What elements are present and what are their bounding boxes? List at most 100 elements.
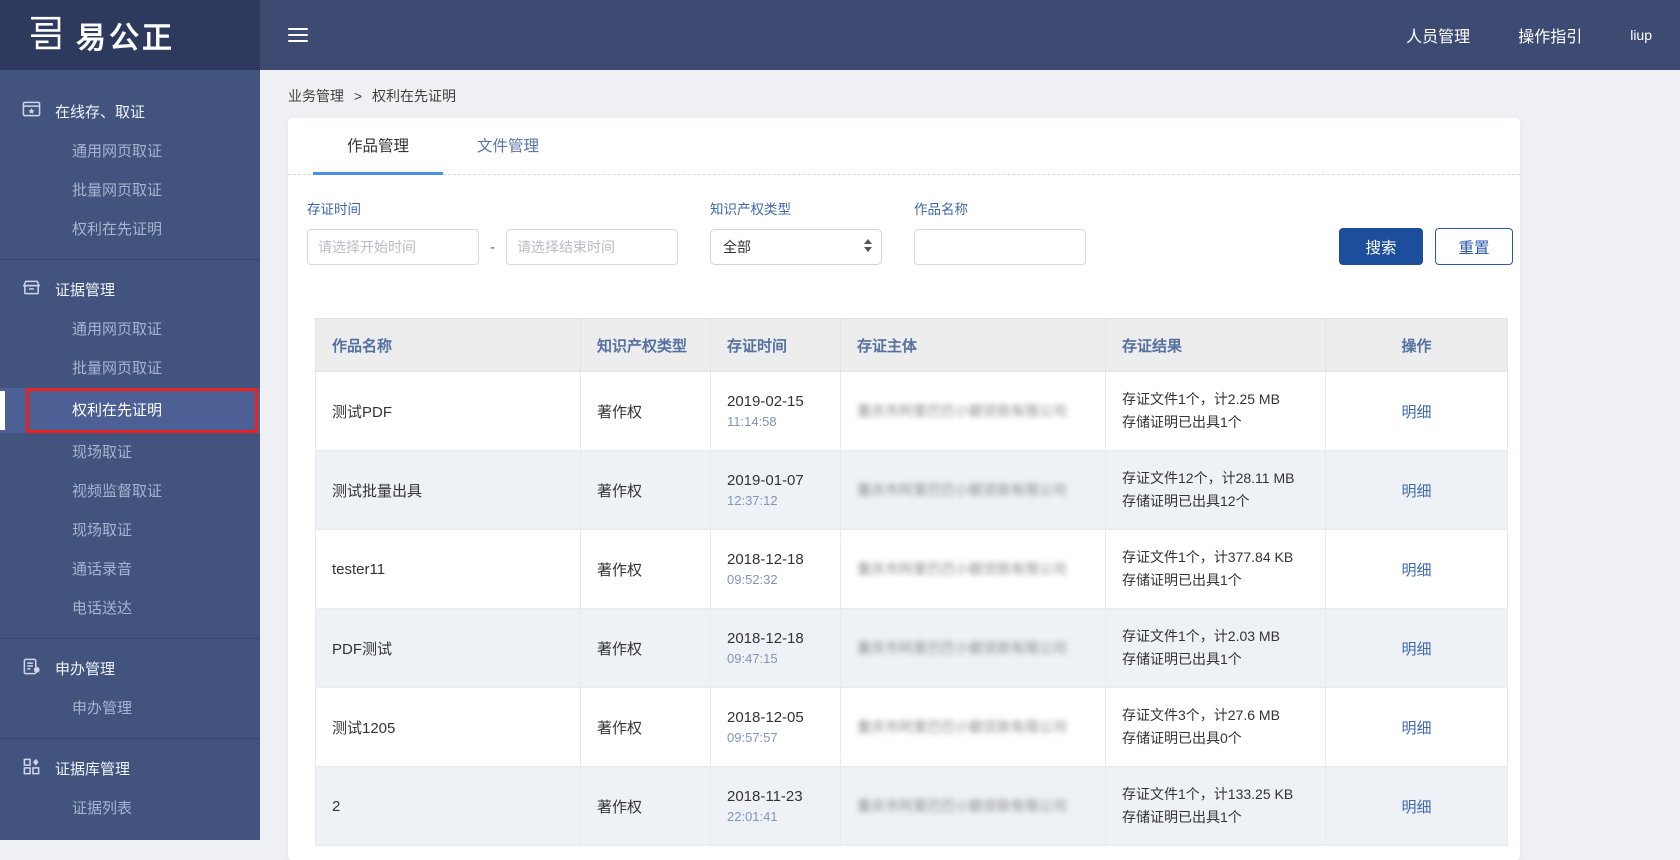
grid-icon bbox=[22, 757, 41, 780]
work-name-input[interactable] bbox=[914, 229, 1086, 265]
store-result-cell: 存证文件1个，计377.84 KB 存储证明已出具1个 bbox=[1105, 529, 1326, 609]
filter-label-ip-type: 知识产权类型 bbox=[710, 202, 791, 217]
topbar: 人员管理 操作指引 liup bbox=[260, 0, 1680, 70]
sidebar-item-general-web-evidence-2[interactable]: 通用网页取证 bbox=[0, 310, 260, 349]
content-card: 作品管理 文件管理 存证时间 - 知识产权类型 全部 作品名称 bbox=[288, 118, 1520, 860]
sidebar: 易公正 在线存、取证 通用网页取证 批量网页取证 权利在先证明 证据管理 通用网… bbox=[0, 0, 260, 840]
ip-type-cell: 著作权 bbox=[580, 687, 711, 767]
store-subject-cell: 重庆市阿里巴巴小额贷款有限公司 bbox=[840, 608, 1106, 688]
sidebar-item-prior-right-cert-active[interactable]: 权利在先证明 bbox=[0, 388, 260, 433]
store-subject-cell: 重庆市阿里巴巴小额贷款有限公司 bbox=[840, 371, 1106, 451]
col-ip-type: 知识产权类型 bbox=[580, 318, 711, 372]
store-subject-cell: 重庆市阿里巴巴小额贷款有限公司 bbox=[840, 687, 1106, 767]
detail-link[interactable]: 明细 bbox=[1401, 641, 1431, 658]
section-label: 证据管理 bbox=[55, 281, 116, 299]
breadcrumb: 业务管理 > 权利在先证明 bbox=[288, 86, 1680, 106]
start-date-input[interactable] bbox=[307, 229, 479, 265]
date-range-separator: - bbox=[490, 238, 495, 256]
section-label: 申办管理 bbox=[55, 660, 116, 678]
sidebar-item-onsite-evidence[interactable]: 现场取证 bbox=[0, 433, 260, 472]
tab-work-management[interactable]: 作品管理 bbox=[313, 118, 443, 175]
store-subject-cell: 重庆市阿里巴巴小额贷款有限公司 bbox=[840, 450, 1106, 530]
sidebar-item-video-monitor-evidence[interactable]: 视频监督取证 bbox=[0, 472, 260, 511]
blurred-company-name: 重庆市阿里巴巴小额贷款有限公司 bbox=[857, 798, 1067, 814]
work-name-cell: tester11 bbox=[315, 529, 581, 609]
store-subject-cell: 重庆市阿里巴巴小额贷款有限公司 bbox=[840, 529, 1106, 609]
sidebar-item-general-web-evidence[interactable]: 通用网页取证 bbox=[0, 132, 260, 171]
store-result-cell: 存证文件1个，计133.25 KB 存储证明已出具1个 bbox=[1105, 766, 1326, 846]
ip-type-cell: 著作权 bbox=[580, 766, 711, 846]
ip-type-selected-value: 全部 bbox=[723, 239, 751, 255]
breadcrumb-business-mgmt[interactable]: 业务管理 bbox=[288, 88, 344, 104]
topbar-link-operation-guide[interactable]: 操作指引 bbox=[1518, 23, 1582, 47]
section-label: 在线存、取证 bbox=[55, 103, 146, 121]
store-subject-cell: 重庆市阿里巴巴小额贷款有限公司 bbox=[840, 766, 1106, 846]
breadcrumb-current-page: 权利在先证明 bbox=[371, 88, 456, 104]
logo-title: 易公正 bbox=[76, 22, 175, 55]
work-name-cell: 测试1205 bbox=[315, 687, 581, 767]
sidebar-item-batch-web-evidence[interactable]: 批量网页取证 bbox=[0, 171, 260, 210]
ip-type-cell: 著作权 bbox=[580, 371, 711, 451]
ip-type-cell: 著作权 bbox=[580, 450, 711, 530]
col-store-subject: 存证主体 bbox=[840, 318, 1106, 372]
end-date-input[interactable] bbox=[506, 229, 678, 265]
col-store-time: 存证时间 bbox=[710, 318, 841, 372]
breadcrumb-separator: > bbox=[353, 88, 363, 104]
blurred-company-name: 重庆市阿里巴巴小额贷款有限公司 bbox=[857, 719, 1067, 735]
table-row: PDF测试 著作权 2018-12-18 09:47:15 重庆市阿里巴巴小额贷… bbox=[315, 608, 1508, 688]
filter-label-work-name: 作品名称 bbox=[914, 202, 968, 217]
table-row: 测试批量出具 著作权 2019-01-07 12:37:12 重庆市阿里巴巴小额… bbox=[315, 450, 1508, 530]
sidebar-item-batch-web-evidence-2[interactable]: 批量网页取证 bbox=[0, 349, 260, 388]
sidebar-item-prior-right-cert[interactable]: 权利在先证明 bbox=[0, 210, 260, 249]
col-store-result: 存证结果 bbox=[1105, 318, 1326, 372]
detail-link[interactable]: 明细 bbox=[1401, 799, 1431, 816]
work-name-cell: 测试PDF bbox=[315, 371, 581, 451]
detail-link[interactable]: 明细 bbox=[1401, 562, 1431, 579]
sidebar-item-evidence-library[interactable]: 证据库管理 bbox=[0, 747, 260, 789]
table-row: 测试PDF 著作权 2019-02-15 11:14:58 重庆市阿里巴巴小额贷… bbox=[315, 371, 1508, 451]
ip-type-select[interactable]: 全部 bbox=[710, 229, 882, 265]
detail-link[interactable]: 明细 bbox=[1401, 483, 1431, 500]
results-table-wrap: 作品名称 知识产权类型 存证时间 存证主体 存证结果 操作 测试PDF 著作权 … bbox=[315, 318, 1508, 846]
blurred-company-name: 重庆市阿里巴巴小额贷款有限公司 bbox=[857, 640, 1067, 656]
filter-row: 存证时间 - 知识产权类型 全部 作品名称 搜索 bbox=[288, 175, 1520, 291]
store-result-cell: 存证文件1个，计2.25 MB 存储证明已出具1个 bbox=[1105, 371, 1326, 451]
logo: 易公正 bbox=[0, 0, 260, 70]
store-time-cell: 2018-11-23 22:01:41 bbox=[710, 766, 841, 846]
work-name-cell: 测试批量出具 bbox=[315, 450, 581, 530]
search-button[interactable]: 搜索 bbox=[1339, 228, 1423, 265]
table-row: 测试1205 著作权 2018-12-05 09:57:57 重庆市阿里巴巴小额… bbox=[315, 687, 1508, 767]
results-table: 作品名称 知识产权类型 存证时间 存证主体 存证结果 操作 测试PDF 著作权 … bbox=[315, 318, 1508, 846]
ip-type-cell: 著作权 bbox=[580, 529, 711, 609]
reset-button[interactable]: 重置 bbox=[1435, 228, 1513, 265]
table-row: tester11 著作权 2018-12-18 09:52:32 重庆市阿里巴巴… bbox=[315, 529, 1508, 609]
user-menu[interactable]: liup bbox=[1630, 27, 1652, 43]
filter-buttons: 搜索 重置 bbox=[1339, 228, 1513, 265]
tab-file-management[interactable]: 文件管理 bbox=[443, 118, 573, 174]
detail-link[interactable]: 明细 bbox=[1401, 720, 1431, 737]
sidebar-item-phone-delivery[interactable]: 电话送达 bbox=[0, 589, 260, 628]
sidebar-item-onsite-evidence-2[interactable]: 现场取证 bbox=[0, 511, 260, 550]
sidebar-item-call-recording[interactable]: 通话录音 bbox=[0, 550, 260, 589]
sidebar-item-application-mgmt[interactable]: 申办管理 bbox=[0, 647, 260, 689]
document-icon bbox=[22, 657, 41, 680]
main-content: 业务管理 > 权利在先证明 作品管理 文件管理 存证时间 - 知识产权类型 全部 bbox=[260, 70, 1680, 860]
sidebar-item-evidence-list[interactable]: 证据列表 bbox=[0, 789, 260, 828]
hamburger-menu-icon[interactable] bbox=[288, 24, 308, 46]
blurred-company-name: 重庆市阿里巴巴小额贷款有限公司 bbox=[857, 482, 1067, 498]
menu-section-online-evidence: 在线存、取证 通用网页取证 批量网页取证 权利在先证明 bbox=[0, 90, 260, 249]
tabs-row: 作品管理 文件管理 bbox=[288, 118, 1520, 175]
section-label: 证据库管理 bbox=[55, 760, 131, 778]
sidebar-item-online-evidence[interactable]: 在线存、取证 bbox=[0, 90, 260, 132]
blurred-company-name: 重庆市阿里巴巴小额贷款有限公司 bbox=[857, 403, 1067, 419]
logo-maze-icon bbox=[24, 12, 66, 59]
detail-link[interactable]: 明细 bbox=[1401, 404, 1431, 421]
sidebar-item-application-mgmt-sub[interactable]: 申办管理 bbox=[0, 689, 260, 728]
window-star-icon bbox=[22, 100, 41, 123]
sidebar-item-evidence-mgmt[interactable]: 证据管理 bbox=[0, 268, 260, 310]
active-item-label: 权利在先证明 bbox=[72, 402, 163, 419]
filter-group-work-name: 作品名称 bbox=[914, 198, 1086, 265]
sidebar-menu: 在线存、取证 通用网页取证 批量网页取证 权利在先证明 证据管理 通用网页取证 … bbox=[0, 70, 260, 828]
table-row: 2 著作权 2018-11-23 22:01:41 重庆市阿里巴巴小额贷款有限公… bbox=[315, 766, 1508, 846]
topbar-link-personnel-mgmt[interactable]: 人员管理 bbox=[1406, 23, 1470, 47]
